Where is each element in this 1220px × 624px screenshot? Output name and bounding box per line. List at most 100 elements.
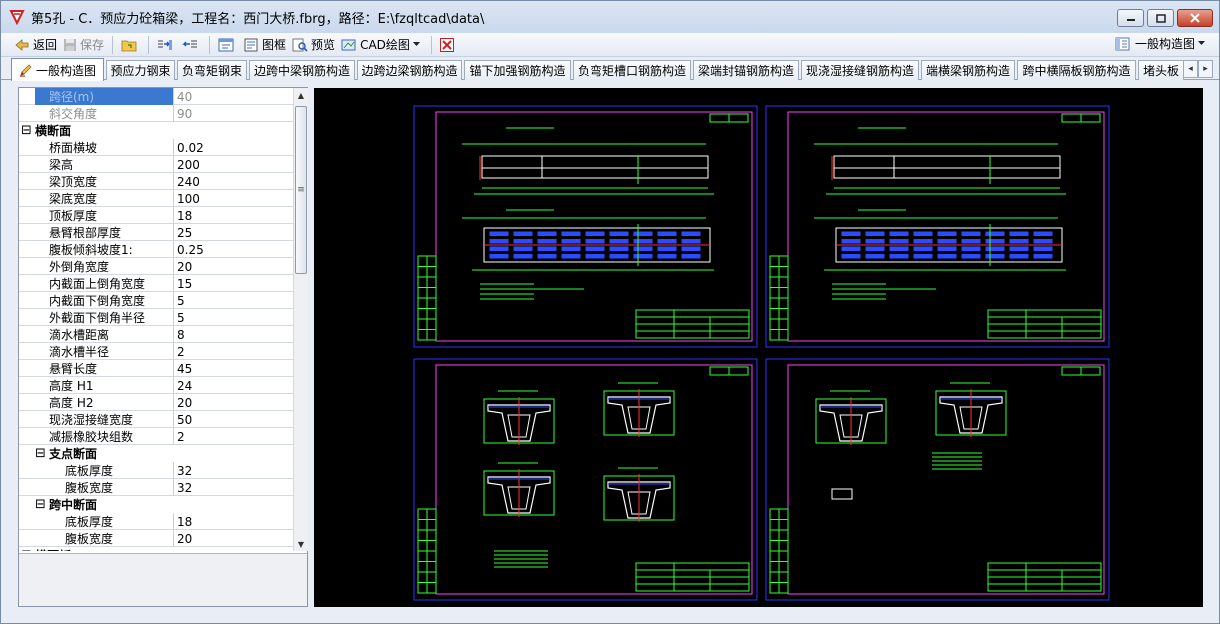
property-value[interactable]: 18 [173, 513, 293, 530]
property-row[interactable]: 梁顶宽度 240 [19, 173, 293, 190]
diaphragm-block [657, 239, 677, 244]
property-scrollbar[interactable]: ▲ ≡ ▼ [293, 88, 308, 551]
property-category[interactable]: ⊟ 支点断面 [19, 445, 293, 462]
property-value[interactable]: 20 [173, 394, 293, 411]
property-row[interactable]: 现浇湿接缝宽度 50 [19, 411, 293, 428]
delete-button[interactable] [437, 34, 460, 56]
property-row[interactable]: 腹板倾斜坡度1: 0.25 [19, 241, 293, 258]
property-row[interactable]: 腹板宽度 20 [19, 530, 293, 547]
property-value[interactable]: 200 [173, 156, 293, 173]
property-row[interactable]: 腹板宽度 32 [19, 479, 293, 496]
settings-button[interactable] [215, 34, 240, 56]
tab-negative-moment-slot-rebar[interactable]: 负弯矩槽口钢筋构造 [573, 60, 691, 80]
property-row[interactable]: 悬臂长度 45 [19, 360, 293, 377]
title-bar[interactable]: 第5孔 - C．预应力砼箱梁，工程名：西门大桥.fbrg，路径：E:\fzqlt… [1, 1, 1219, 33]
property-value[interactable]: 0.25 [173, 241, 293, 258]
property-row[interactable]: 内截面上倒角宽度 15 [19, 275, 293, 292]
property-category[interactable]: ⊟ 跨中断面 [19, 496, 293, 513]
tab-prestress-tendon[interactable]: 预应力钢束 [106, 60, 175, 80]
property-value[interactable]: 32 [173, 479, 293, 496]
view-selector[interactable]: 一般构造图 [1115, 35, 1205, 52]
toolbar-separator [430, 35, 432, 54]
property-value[interactable]: 8 [173, 326, 293, 343]
back-arrow-icon [15, 38, 29, 51]
property-value[interactable]: 100 [173, 190, 293, 207]
property-value[interactable]: 2 [173, 343, 293, 360]
property-value[interactable]: 15 [173, 275, 293, 292]
property-value[interactable]: 0.02 [173, 139, 293, 156]
minimize-button[interactable] [1117, 9, 1144, 27]
property-value[interactable]: 240 [173, 173, 293, 190]
cad-draw-button[interactable]: CAD绘图 [338, 34, 426, 56]
property-row[interactable]: 桥面横坡 0.02 [19, 139, 293, 156]
tab-end-crossbeam-rebar[interactable]: 端横梁钢筋构造 [921, 60, 1015, 80]
property-row[interactable]: 滴水槽距离 8 [19, 326, 293, 343]
property-value[interactable]: 5 [173, 292, 293, 309]
property-category[interactable]: ⊟横隔板 [19, 547, 293, 551]
property-value[interactable]: 18 [173, 207, 293, 224]
collapse-toggle-icon[interactable]: ⊟ [35, 447, 46, 460]
close-icon [1190, 13, 1200, 23]
property-row[interactable]: 斜交角度 90 [19, 105, 293, 122]
tab-negative-moment-tendon[interactable]: 负弯矩钢束 [177, 60, 247, 80]
diaphragm-block [865, 254, 885, 259]
cad-drawing-view[interactable] [314, 88, 1203, 607]
frame-button[interactable]: 图框 [240, 34, 289, 56]
tab-cast-in-place-joint-rebar[interactable]: 现浇湿接缝钢筋构造 [801, 60, 919, 80]
property-row[interactable]: 梁底宽度 100 [19, 190, 293, 207]
import-button[interactable] [154, 34, 179, 56]
property-row[interactable]: 高度 H2 20 [19, 394, 293, 411]
collapse-toggle-icon[interactable]: ⊟ [21, 549, 32, 551]
property-row[interactable]: 跨径(m) 40 [19, 88, 293, 105]
property-row[interactable]: 外截面下倒角半径 5 [19, 309, 293, 326]
export-button[interactable] [179, 34, 204, 56]
tab-scroll-right-button[interactable]: ▸ [1198, 60, 1213, 78]
property-category[interactable]: ⊟ 横断面 [19, 122, 293, 139]
maximize-button[interactable] [1147, 9, 1174, 27]
tab-general-structure[interactable]: 一般构造图 [11, 58, 104, 81]
tab-end-plate[interactable]: 堵头板 [1138, 60, 1184, 80]
open-folder-button[interactable] [118, 34, 143, 56]
property-value[interactable]: 90 [173, 105, 293, 122]
property-row[interactable]: 高度 H1 24 [19, 377, 293, 394]
tab-scroll-left-button[interactable]: ◂ [1183, 60, 1198, 78]
diaphragm-block [657, 254, 677, 259]
property-value[interactable]: 25 [173, 224, 293, 241]
tab-label: 端横梁钢筋构造 [925, 64, 1010, 78]
tab-anchor-reinforcement-rebar[interactable]: 锚下加强钢筋构造 [464, 60, 571, 80]
property-row[interactable]: 顶板厚度 18 [19, 207, 293, 224]
property-value[interactable]: 40 [173, 88, 293, 105]
property-row[interactable]: 底板厚度 32 [19, 462, 293, 479]
property-row[interactable]: 梁高 200 [19, 156, 293, 173]
tab-side-span-edge-beam-rebar[interactable]: 边跨边梁钢筋构造 [357, 60, 462, 80]
property-value[interactable]: 50 [173, 411, 293, 428]
property-value[interactable]: 32 [173, 462, 293, 479]
tab-midspan-diaphragm-rebar[interactable]: 跨中横隔板钢筋构造 [1017, 60, 1136, 80]
property-value[interactable]: 2 [173, 428, 293, 445]
property-value[interactable]: 20 [173, 530, 293, 547]
property-value[interactable]: 24 [173, 377, 293, 394]
tab-side-span-middle-beam-rebar[interactable]: 边跨中梁钢筋构造 [249, 60, 355, 80]
property-row[interactable]: 悬臂根部厚度 25 [19, 224, 293, 241]
property-row[interactable]: 底板厚度 18 [19, 513, 293, 530]
property-row[interactable]: 减振橡胶块组数 2 [19, 428, 293, 445]
close-button[interactable] [1177, 9, 1213, 27]
tab-beam-end-seal-rebar[interactable]: 梁端封锚钢筋构造 [693, 60, 799, 80]
property-row[interactable]: 内截面下倒角宽度 5 [19, 292, 293, 309]
property-value[interactable]: 20 [173, 258, 293, 275]
diaphragm-block [561, 246, 581, 251]
collapse-toggle-icon[interactable]: ⊟ [35, 498, 46, 511]
property-row[interactable]: 滴水槽半径 2 [19, 343, 293, 360]
property-value[interactable]: 5 [173, 309, 293, 326]
cad-drawing-canvas[interactable] [314, 88, 1203, 607]
scroll-up-button[interactable]: ▲ [294, 88, 308, 102]
scroll-down-button[interactable]: ▼ [294, 537, 308, 551]
preview-button[interactable]: 预览 [289, 34, 338, 56]
property-row[interactable]: 外倒角宽度 20 [19, 258, 293, 275]
save-button[interactable]: 保存 [60, 34, 107, 56]
back-button[interactable]: 返回 [11, 34, 60, 56]
diaphragm-block [961, 231, 981, 236]
property-value[interactable]: 45 [173, 360, 293, 377]
scrollbar-thumb[interactable]: ≡ [295, 106, 307, 274]
collapse-toggle-icon[interactable]: ⊟ [21, 124, 32, 137]
